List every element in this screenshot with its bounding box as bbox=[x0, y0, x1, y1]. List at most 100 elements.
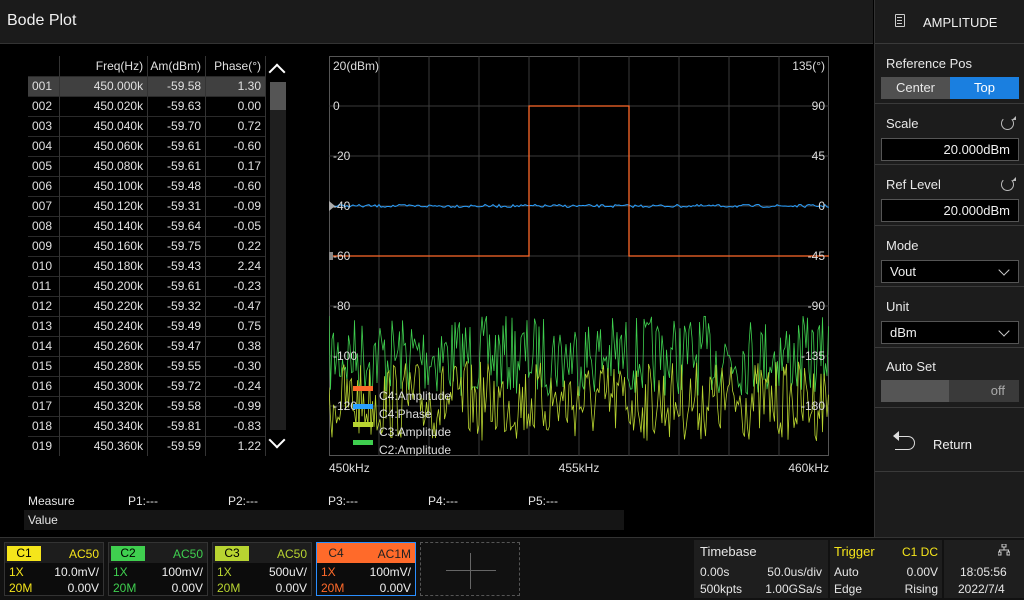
panel-title: AMPLITUDE bbox=[923, 15, 998, 30]
table-row[interactable]: 004 450.060k -59.61 -0.60 bbox=[28, 135, 266, 156]
measure-area: Measure P1:--- P2:--- P3:--- P4:--- P5:-… bbox=[24, 492, 624, 530]
channel-coupling: AC1M bbox=[377, 547, 411, 561]
clock-panel[interactable]: 18:05:56 2022/7/4 bbox=[944, 540, 1024, 598]
reference-pos-center[interactable]: Center bbox=[881, 77, 950, 99]
page-title: Bode Plot bbox=[7, 12, 77, 29]
right-axis-tick-label: -180 bbox=[801, 399, 825, 413]
row-index: 011 bbox=[28, 275, 61, 296]
legend-swatch bbox=[353, 422, 373, 427]
scroll-up-icon[interactable] bbox=[268, 63, 286, 81]
trigger-label: Trigger bbox=[834, 544, 875, 559]
row-index: 006 bbox=[28, 175, 61, 196]
table-row[interactable]: 016 450.300k -59.72 -0.24 bbox=[28, 375, 266, 396]
table-row[interactable]: 005 450.080k -59.61 0.17 bbox=[28, 155, 266, 176]
channel-c1-info[interactable]: C1 AC50 1X 10.0mV/20M 0.00V bbox=[4, 542, 104, 596]
row-phase: -0.05 bbox=[205, 215, 266, 236]
legend-swatch bbox=[353, 386, 373, 391]
auto-set-section: Auto Set off bbox=[875, 348, 1024, 408]
left-axis-tick-label: -80 bbox=[333, 299, 351, 313]
legend-swatch bbox=[353, 404, 373, 409]
row-phase: -0.83 bbox=[205, 415, 266, 436]
row-phase: 0.38 bbox=[205, 335, 266, 356]
auto-set-toggle[interactable]: off bbox=[881, 380, 1019, 402]
col-amp-header: Am(dBm) bbox=[147, 56, 207, 76]
row-index: 015 bbox=[28, 355, 61, 376]
scroll-thumb[interactable] bbox=[270, 82, 286, 110]
scale-reset-icon[interactable] bbox=[1001, 116, 1016, 130]
mode-dropdown[interactable]: Vout bbox=[881, 260, 1019, 283]
return-button[interactable]: Return bbox=[875, 418, 1024, 472]
table-row[interactable]: 015 450.280k -59.55 -0.30 bbox=[28, 355, 266, 376]
left-axis-unit: 20(dBm) bbox=[333, 59, 379, 73]
x-axis-tick-label: 455kHz bbox=[558, 461, 600, 475]
table-row[interactable]: 013 450.240k -59.49 0.75 bbox=[28, 315, 266, 336]
table-row[interactable]: 010 450.180k -59.43 2.24 bbox=[28, 255, 266, 276]
settings-panel: AMPLITUDE Reference Pos Center Top Scale… bbox=[874, 0, 1024, 537]
row-phase: 0.22 bbox=[205, 235, 266, 256]
panel-header[interactable]: AMPLITUDE bbox=[875, 0, 1024, 44]
channel-offset: 0.00V bbox=[171, 581, 203, 595]
return-arrow-icon bbox=[893, 431, 915, 450]
channel-offset: 0.00V bbox=[379, 581, 411, 595]
timebase-rate: 1.00GSa/s bbox=[765, 582, 822, 596]
table-row[interactable]: 011 450.200k -59.61 -0.23 bbox=[28, 275, 266, 296]
scale-input[interactable]: 20.000dBm bbox=[881, 138, 1019, 161]
bode-plot[interactable]: 0 -20 -40 -60 -80 -100 -120 90 45 0 -45 -90 -135 -180… bbox=[323, 56, 830, 457]
scroll-down-icon[interactable] bbox=[268, 431, 286, 449]
col-phase-header: Phase(°) bbox=[205, 56, 266, 76]
table-row[interactable]: 019 450.360k -59.59 1.22 bbox=[28, 435, 266, 456]
row-freq: 450.200k bbox=[59, 275, 149, 296]
unit-section: Unit dBm bbox=[875, 287, 1024, 348]
row-amplitude: -59.55 bbox=[147, 355, 207, 376]
right-axis-tick-label: 90 bbox=[812, 99, 826, 113]
timebase-panel[interactable]: Timebase 0.00s 50.0us/div 500kpts 1.00GS… bbox=[694, 540, 828, 598]
table-row[interactable]: 006 450.100k -59.48 -0.60 bbox=[28, 175, 266, 196]
reference-pos-top[interactable]: Top bbox=[950, 77, 1019, 99]
unit-dropdown[interactable]: dBm bbox=[881, 321, 1019, 344]
unit-label: Unit bbox=[886, 299, 910, 314]
reference-pos-toggle[interactable]: Center Top bbox=[881, 77, 1019, 99]
network-icon bbox=[998, 544, 1010, 556]
channel-c3-info[interactable]: C3 AC50 1X 500uV/20M 0.00V bbox=[212, 542, 312, 596]
scroll-track[interactable] bbox=[270, 82, 286, 430]
table-row[interactable]: 018 450.340k -59.81 -0.83 bbox=[28, 415, 266, 436]
channel-c4-info[interactable]: C4 AC1M 1X 100mV/20M 0.00V bbox=[316, 542, 416, 596]
bode-plot-svg: 0-20-40-60-80-100-12090450-45-90-135-180… bbox=[323, 56, 830, 457]
table-row[interactable]: 002 450.020k -59.63 0.00 bbox=[28, 95, 266, 116]
table-row[interactable]: 017 450.320k -59.58 -0.99 bbox=[28, 395, 266, 416]
toggle-knob bbox=[881, 380, 949, 402]
ref-level-input[interactable]: 20.000dBm bbox=[881, 199, 1019, 222]
table-row[interactable]: 014 450.260k -59.47 0.38 bbox=[28, 335, 266, 356]
x-axis-tick-label: 460kHz bbox=[788, 461, 829, 475]
legend-label: C3:Amplitude bbox=[379, 425, 451, 439]
legend-label: C4:Amplitude bbox=[379, 389, 451, 403]
col-freq-header: Freq(Hz) bbox=[59, 56, 149, 76]
table-row[interactable]: 007 450.120k -59.31 -0.09 bbox=[28, 195, 266, 216]
table-scrollbar[interactable] bbox=[268, 56, 288, 456]
table-row[interactable]: 001 450.000k -59.58 1.30 bbox=[28, 75, 266, 96]
row-freq: 450.000k bbox=[59, 75, 149, 96]
auto-set-label: Auto Set bbox=[886, 359, 936, 374]
channel-bandwidth: 20M bbox=[217, 581, 241, 595]
table-row[interactable]: 009 450.160k -59.75 0.22 bbox=[28, 235, 266, 256]
add-channel-slot[interactable] bbox=[420, 542, 520, 596]
bode-data-table: Freq(Hz) Am(dBm) Phase(°) 001 450.000k -59… bbox=[28, 56, 288, 456]
table-row[interactable]: 012 450.220k -59.32 -0.47 bbox=[28, 295, 266, 316]
ref-level-reset-icon[interactable] bbox=[1001, 177, 1016, 191]
measure-p3: P3:--- bbox=[328, 494, 358, 508]
row-freq: 450.120k bbox=[59, 195, 149, 216]
row-freq: 450.100k bbox=[59, 175, 149, 196]
channel-c2-info[interactable]: C2 AC50 1X 100mV/20M 0.00V bbox=[108, 542, 208, 596]
timebase-points: 500kpts bbox=[700, 582, 743, 596]
chevron-down-icon bbox=[998, 325, 1010, 337]
channel-scale: 100mV/ bbox=[369, 565, 411, 579]
trigger-panel[interactable]: Trigger C1 DC Auto 0.00V Edge Rising bbox=[830, 540, 942, 598]
table-row[interactable]: 008 450.140k -59.64 -0.05 bbox=[28, 215, 266, 236]
channel-probe: 1X bbox=[9, 565, 24, 579]
channel-name-tag: C1 bbox=[7, 546, 41, 561]
table-row[interactable]: 003 450.040k -59.70 0.72 bbox=[28, 115, 266, 136]
row-freq: 450.180k bbox=[59, 255, 149, 276]
row-freq: 450.220k bbox=[59, 295, 149, 316]
header-bar: Bode Plot bbox=[0, 0, 873, 44]
row-index: 014 bbox=[28, 335, 61, 356]
